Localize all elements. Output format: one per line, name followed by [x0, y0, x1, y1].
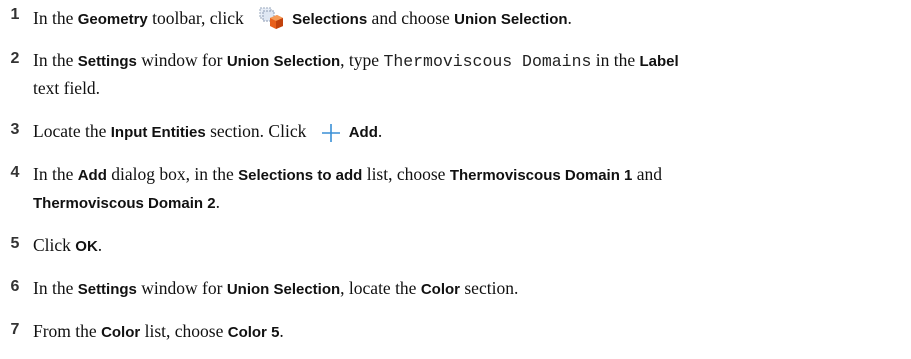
step-text: In the Settings window for Union Selecti… — [33, 50, 679, 71]
step-number: 4 — [10, 164, 20, 181]
step-text: Locate the Input Entities section. Click… — [33, 121, 382, 148]
step-text: In the Settings window for Union Selecti… — [33, 278, 519, 298]
step-number: 2 — [10, 50, 20, 67]
step-text: In the Add dialog box, in the Selections… — [33, 164, 663, 184]
step-number: 6 — [10, 278, 20, 295]
step-text: In the Geometry toolbar, click Selection… — [33, 6, 572, 35]
step-text: From the Color list, choose Color 5. — [33, 321, 284, 341]
step-number: 5 — [10, 235, 20, 252]
selections-icon — [258, 6, 284, 35]
plus-icon — [321, 123, 341, 148]
step-number: 1 — [10, 6, 20, 23]
instruction-steps: 1 In the Geometry toolbar, click Selecti… — [0, 0, 911, 359]
step-number: 7 — [10, 321, 20, 338]
step-number: 3 — [10, 121, 20, 138]
step-text: Click OK. — [33, 235, 103, 255]
